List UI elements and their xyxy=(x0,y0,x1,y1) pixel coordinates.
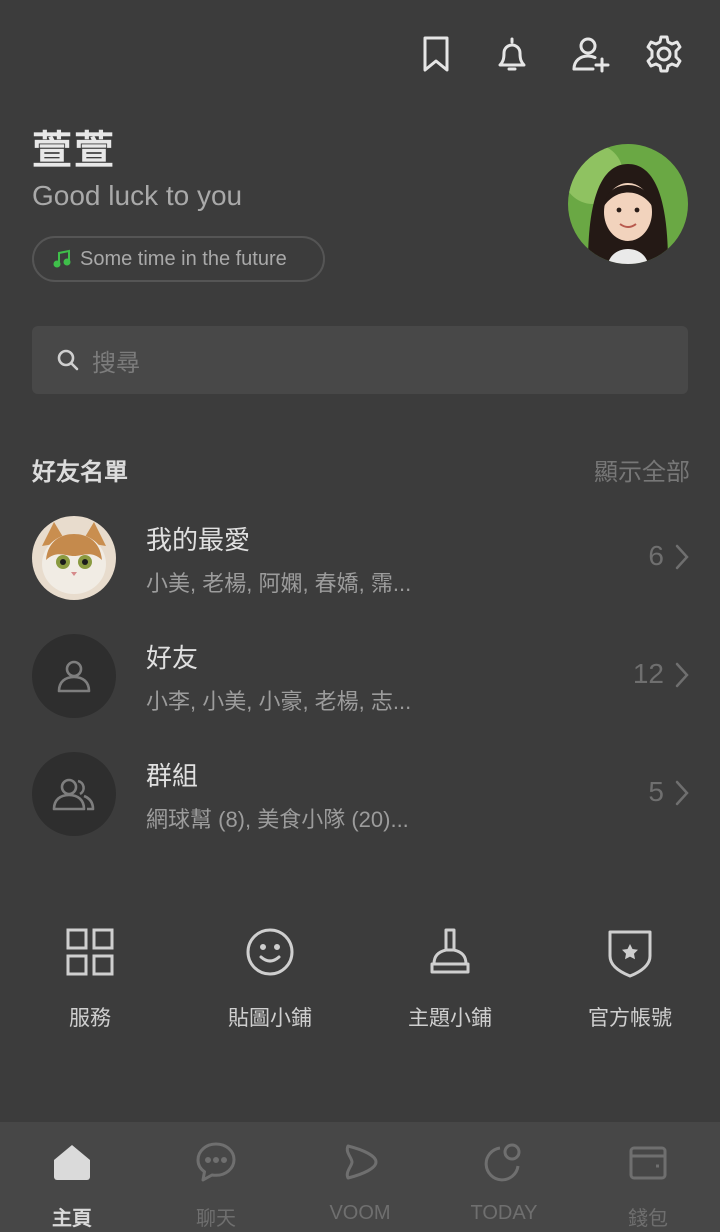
search-bar[interactable]: 搜尋 xyxy=(32,326,688,394)
groups-row[interactable]: 群組 網球幫 (8), 美食小隊 (20)... 5 xyxy=(0,752,720,852)
friends-row[interactable]: 好友 小李, 小美, 小豪, 老楊, 志... 12 xyxy=(0,634,720,734)
chat-icon xyxy=(196,1142,236,1182)
chevron-right-icon xyxy=(675,662,689,688)
chevron-right-icon xyxy=(675,780,689,806)
bottom-navigation: 主頁 聊天 VOOM TODAY 錢包 xyxy=(0,1122,720,1232)
voom-icon xyxy=(345,1144,378,1180)
nav-today[interactable]: TODAY xyxy=(432,1122,576,1232)
nav-chat-label: 聊天 xyxy=(196,1208,236,1230)
grid-icon xyxy=(66,928,114,976)
official-accounts-label: 官方帳號 xyxy=(588,1007,672,1030)
row-title: 群組 xyxy=(146,761,199,791)
services-label: 服務 xyxy=(69,1007,111,1030)
sticker-shop-label: 貼圖小鋪 xyxy=(228,1007,312,1030)
row-title: 好友 xyxy=(146,643,199,673)
profile-music-pill[interactable]: Some time in the future xyxy=(32,236,325,282)
nav-voom[interactable]: VOOM xyxy=(288,1122,432,1232)
shield-star-icon xyxy=(608,930,652,978)
row-count: 12 xyxy=(632,658,664,689)
search-placeholder: 搜尋 xyxy=(92,349,140,377)
sticker-shop-button[interactable]: 貼圖小鋪 xyxy=(190,924,350,1034)
brush-icon xyxy=(430,928,470,974)
row-subtitle: 小李, 小美, 小豪, 老楊, 志... xyxy=(146,689,412,714)
person-icon xyxy=(32,634,116,718)
music-note-icon xyxy=(53,249,71,268)
wallet-icon xyxy=(629,1146,667,1180)
row-count: 6 xyxy=(648,540,664,571)
smile-icon xyxy=(246,928,294,976)
favorites-avatar xyxy=(32,516,116,600)
nav-wallet[interactable]: 錢包 xyxy=(576,1122,720,1232)
home-icon xyxy=(54,1145,90,1180)
nav-voom-label: VOOM xyxy=(329,1202,391,1224)
friends-section-title: 好友名單 xyxy=(32,459,128,486)
theme-shop-label: 主題小鋪 xyxy=(408,1007,492,1030)
nav-home[interactable]: 主頁 xyxy=(0,1122,144,1232)
profile-name[interactable]: 萱萱 xyxy=(32,118,116,176)
profile-avatar[interactable] xyxy=(568,144,688,264)
favorites-row[interactable]: 我的最愛 小美, 老楊, 阿嫻, 春嬌, 霈... 6 xyxy=(0,516,720,616)
official-accounts-button[interactable]: 官方帳號 xyxy=(550,924,710,1034)
row-subtitle: 小美, 老楊, 阿嫻, 春嬌, 霈... xyxy=(146,571,412,596)
row-subtitle: 網球幫 (8), 美食小隊 (20)... xyxy=(146,807,409,832)
nav-wallet-label: 錢包 xyxy=(628,1208,668,1230)
services-button[interactable]: 服務 xyxy=(10,924,170,1034)
nav-chat[interactable]: 聊天 xyxy=(144,1122,288,1232)
show-all-link[interactable]: 顯示全部 xyxy=(594,452,690,487)
nav-today-label: TODAY xyxy=(470,1202,538,1224)
add-friend-icon[interactable] xyxy=(569,32,613,76)
group-icon xyxy=(32,752,116,836)
nav-home-label: 主頁 xyxy=(52,1208,92,1230)
row-count: 5 xyxy=(648,776,664,807)
gear-icon[interactable] xyxy=(642,32,686,76)
today-icon xyxy=(484,1143,521,1182)
bell-icon[interactable] xyxy=(490,32,534,76)
search-icon xyxy=(57,349,79,371)
chevron-right-icon xyxy=(675,544,689,570)
bookmark-icon[interactable] xyxy=(414,32,458,76)
profile-status-message[interactable]: Good luck to you xyxy=(32,180,242,212)
theme-shop-button[interactable]: 主題小鋪 xyxy=(370,924,530,1034)
profile-music-text: Some time in the future xyxy=(80,247,287,270)
row-title: 我的最愛 xyxy=(146,525,251,555)
